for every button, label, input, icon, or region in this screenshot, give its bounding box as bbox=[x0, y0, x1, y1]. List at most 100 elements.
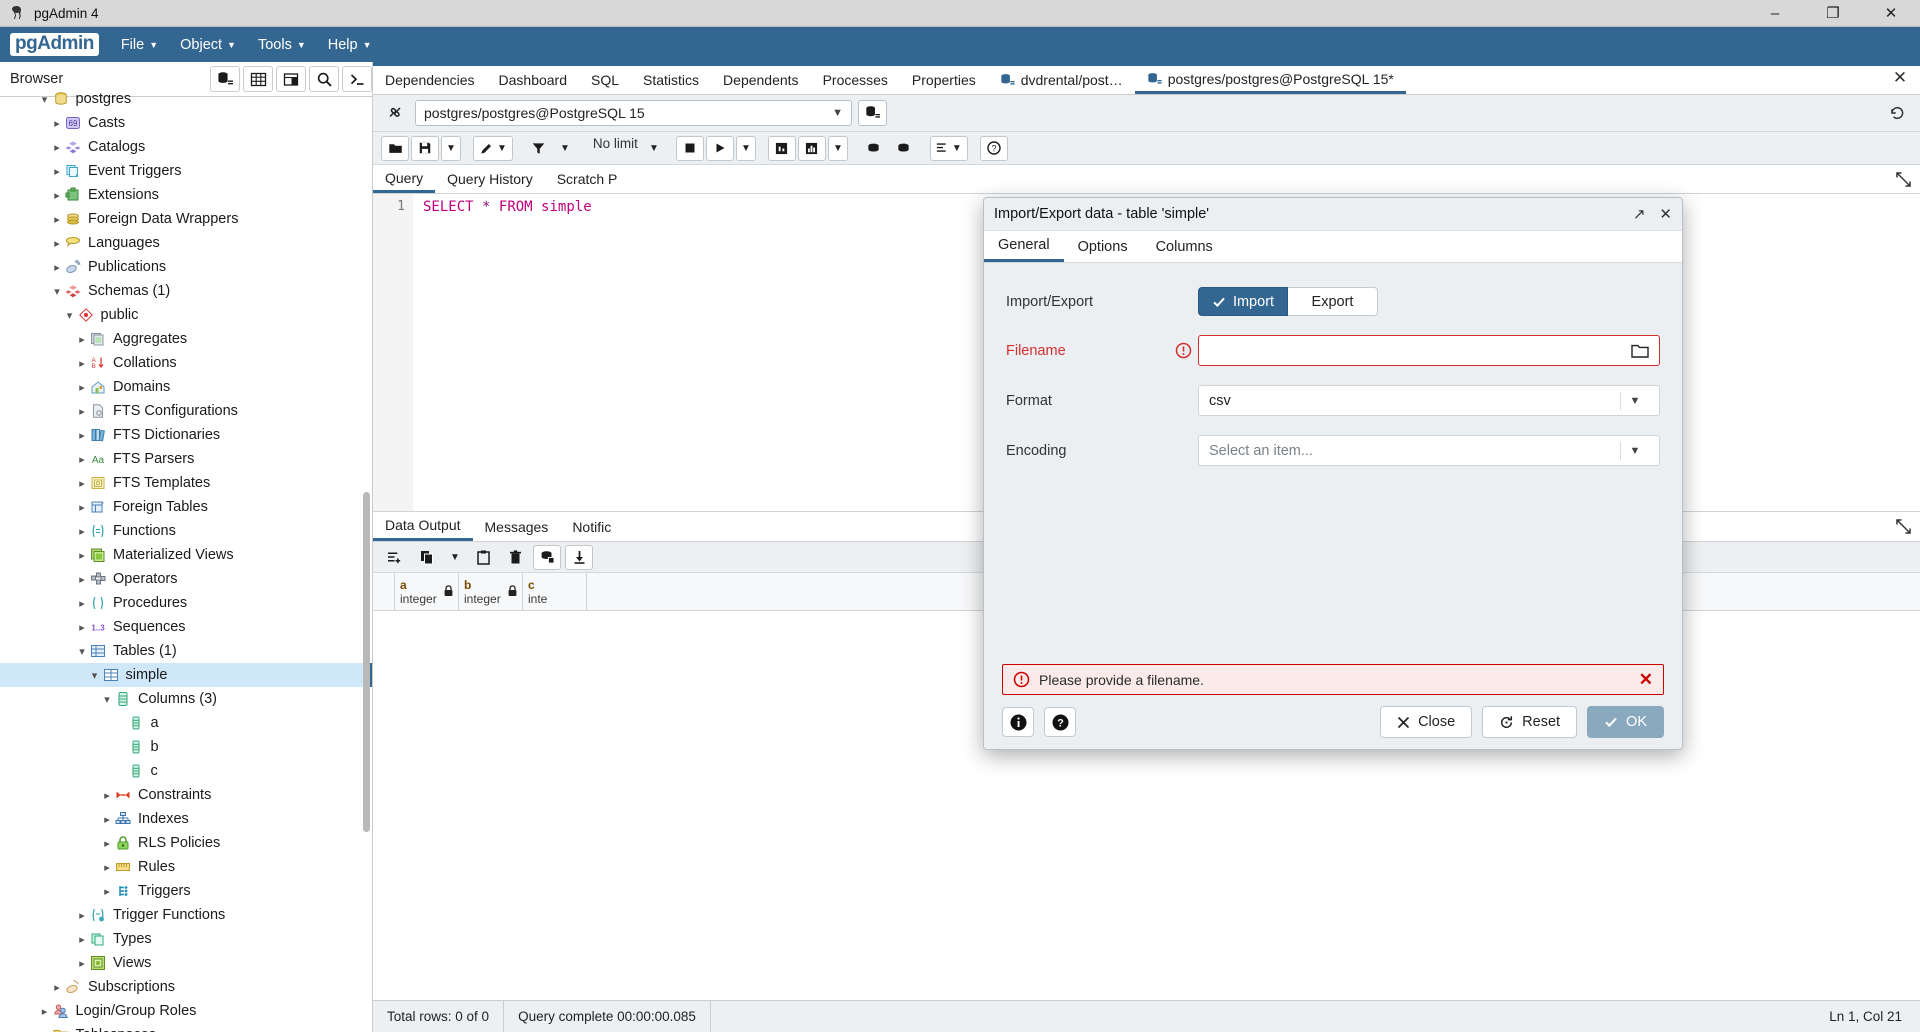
chevron-right-icon[interactable]: ▸ bbox=[50, 141, 64, 154]
tree-node-foreign-tables[interactable]: ▸ Foreign Tables bbox=[0, 495, 372, 519]
format-select[interactable]: csv ▼ bbox=[1198, 385, 1660, 416]
tree-node-functions[interactable]: ▸ Functions bbox=[0, 519, 372, 543]
otab-data-output[interactable]: Data Output bbox=[373, 512, 473, 541]
save-dropdown-icon[interactable]: ▼ bbox=[441, 135, 461, 161]
window-maximize-button[interactable]: ❐ bbox=[1804, 0, 1862, 27]
tab-close-icon[interactable]: ✕ bbox=[1880, 62, 1920, 94]
qtab-query[interactable]: Query bbox=[373, 165, 436, 193]
menu-object[interactable]: Object ▼ bbox=[180, 37, 236, 53]
otab-notifications[interactable]: Notific bbox=[560, 512, 623, 541]
tab-postgres-query[interactable]: postgres/postgres@PostgreSQL 15* bbox=[1134, 66, 1406, 94]
window-close-button[interactable]: ✕ bbox=[1862, 0, 1920, 27]
tree-node-collations[interactable]: ▸ A B Collations bbox=[0, 351, 372, 375]
tree-node-c[interactable]: c bbox=[0, 759, 372, 783]
connection-select[interactable]: postgres/postgres@PostgreSQL 15 ▼ bbox=[415, 100, 852, 126]
tree-node-domains[interactable]: ▸ Domains bbox=[0, 375, 372, 399]
qtab-scratch-pad[interactable]: Scratch P bbox=[545, 165, 630, 193]
add-row-icon[interactable] bbox=[381, 545, 409, 570]
row-limit-select[interactable]: No limit bbox=[587, 136, 644, 161]
delete-icon[interactable] bbox=[501, 545, 529, 570]
tree-node-columns-3[interactable]: ▾ Columns (3) bbox=[0, 687, 372, 711]
tab-properties[interactable]: Properties bbox=[900, 66, 988, 94]
row-limit-dropdown-icon[interactable]: ▼ bbox=[644, 136, 664, 161]
chevron-right-icon[interactable]: ▸ bbox=[75, 477, 89, 490]
tree-node-foreign-data-wrappers[interactable]: ▸ Foreign Data Wrappers bbox=[0, 207, 372, 231]
paste-icon[interactable] bbox=[469, 545, 497, 570]
grid-column-header[interactable]: c inte bbox=[523, 573, 587, 610]
tree-node-views[interactable]: ▸ Views bbox=[0, 951, 372, 975]
tree-node-postgres[interactable]: ▾ postgres bbox=[0, 87, 372, 111]
new-connection-button[interactable] bbox=[858, 100, 887, 126]
explain-dropdown-icon[interactable]: ▼ bbox=[827, 135, 848, 161]
ok-button[interactable]: OK bbox=[1587, 706, 1664, 738]
save-data-changes-icon[interactable] bbox=[533, 544, 561, 570]
chevron-right-icon[interactable]: ▸ bbox=[50, 261, 64, 274]
object-tree[interactable]: ▾ postgres ▸ 69 Casts ▸ Catalogs ▸ Event Trigger… bbox=[0, 87, 372, 1032]
menu-file[interactable]: File ▼ bbox=[121, 37, 158, 53]
tree-node-public[interactable]: ▾ public bbox=[0, 303, 372, 327]
copy-dropdown-icon[interactable]: ▼ bbox=[445, 545, 465, 570]
tab-dependencies[interactable]: Dependencies bbox=[373, 66, 487, 94]
tree-node-trigger-functions[interactable]: ▸ Trigger Functions bbox=[0, 903, 372, 927]
chevron-right-icon[interactable]: ▸ bbox=[50, 189, 64, 202]
editor-code[interactable]: SELECT * FROM simple bbox=[413, 194, 592, 511]
tree-node-rules[interactable]: ▸ Rules bbox=[0, 855, 372, 879]
explain-analyze-icon[interactable] bbox=[797, 135, 826, 161]
tree-node-triggers[interactable]: ▸ Triggers bbox=[0, 879, 372, 903]
tree-node-sequences[interactable]: ▸ 1..3 Sequences bbox=[0, 615, 372, 639]
tree-node-login-group-roles[interactable]: ▸ Login/Group Roles bbox=[0, 999, 372, 1023]
tree-node-indexes[interactable]: ▸ Indexes bbox=[0, 807, 372, 831]
chevron-right-icon[interactable]: ▸ bbox=[75, 453, 89, 466]
tree-node-b[interactable]: b bbox=[0, 735, 372, 759]
chevron-down-icon[interactable]: ▾ bbox=[63, 309, 77, 322]
tree-node-a[interactable]: a bbox=[0, 711, 372, 735]
execute-play-icon[interactable] bbox=[705, 135, 734, 161]
tree-node-types[interactable]: ▸ Types bbox=[0, 927, 372, 951]
tree-node-fts-configurations[interactable]: ▸ FTS Configurations bbox=[0, 399, 372, 423]
tree-node-catalogs[interactable]: ▸ Catalogs bbox=[0, 135, 372, 159]
macros-list-icon[interactable]: ▼ bbox=[929, 135, 968, 161]
copy-icon[interactable] bbox=[413, 545, 441, 570]
tab-dashboard[interactable]: Dashboard bbox=[487, 66, 580, 94]
tab-sql[interactable]: SQL bbox=[579, 66, 631, 94]
encoding-select[interactable]: Select an item... ▼ bbox=[1198, 435, 1660, 466]
save-file-icon[interactable] bbox=[411, 135, 439, 161]
chevron-right-icon[interactable]: ▸ bbox=[75, 405, 89, 418]
window-minimize-button[interactable]: – bbox=[1746, 0, 1804, 27]
chevron-right-icon[interactable]: ▸ bbox=[38, 1029, 52, 1032]
tab-dvdrental[interactable]: dvdrental/post… bbox=[988, 66, 1135, 94]
tree-node-subscriptions[interactable]: ▸ Subscriptions bbox=[0, 975, 372, 999]
dialog-expand-icon[interactable]: ↗ bbox=[1633, 205, 1646, 223]
tab-processes[interactable]: Processes bbox=[811, 66, 900, 94]
chevron-right-icon[interactable]: ▸ bbox=[38, 1005, 52, 1018]
open-file-icon[interactable] bbox=[381, 135, 409, 161]
tree-node-materialized-views[interactable]: ▸ Materialized Views bbox=[0, 543, 372, 567]
download-csv-icon[interactable] bbox=[565, 544, 593, 570]
otab-messages[interactable]: Messages bbox=[473, 512, 561, 541]
filter-dropdown-icon[interactable]: ▼ bbox=[555, 136, 575, 161]
chevron-right-icon[interactable]: ▸ bbox=[50, 213, 64, 226]
tree-node-tables-1[interactable]: ▾ Tables (1) bbox=[0, 639, 372, 663]
chevron-down-icon[interactable]: ▾ bbox=[88, 669, 102, 682]
dlg-tab-columns[interactable]: Columns bbox=[1142, 231, 1227, 262]
chevron-right-icon[interactable]: ▸ bbox=[50, 165, 64, 178]
tree-node-procedures[interactable]: ▸ Procedures bbox=[0, 591, 372, 615]
tree-node-aggregates[interactable]: ▸ Aggregates bbox=[0, 327, 372, 351]
chevron-right-icon[interactable]: ▸ bbox=[50, 117, 64, 130]
chevron-down-icon[interactable]: ▾ bbox=[75, 645, 89, 658]
chevron-right-icon[interactable]: ▸ bbox=[75, 549, 89, 562]
dlg-tab-general[interactable]: General bbox=[984, 231, 1064, 262]
chevron-right-icon[interactable]: ▸ bbox=[75, 621, 89, 634]
edit-pencil-icon[interactable]: ▼ bbox=[473, 135, 513, 161]
chevron-right-icon[interactable]: ▸ bbox=[50, 237, 64, 250]
execute-dropdown-icon[interactable]: ▼ bbox=[735, 135, 756, 161]
chevron-down-icon[interactable]: ▾ bbox=[38, 93, 52, 106]
filter-icon[interactable] bbox=[525, 136, 553, 161]
import-button[interactable]: Import bbox=[1198, 287, 1288, 316]
explain-icon[interactable] bbox=[767, 135, 796, 161]
dialog-close-icon[interactable]: ✕ bbox=[1659, 205, 1672, 223]
help-icon[interactable]: ? bbox=[1044, 707, 1076, 737]
filename-input[interactable] bbox=[1205, 342, 1627, 359]
chevron-right-icon[interactable]: ▸ bbox=[75, 333, 89, 346]
tab-statistics[interactable]: Statistics bbox=[631, 66, 711, 94]
